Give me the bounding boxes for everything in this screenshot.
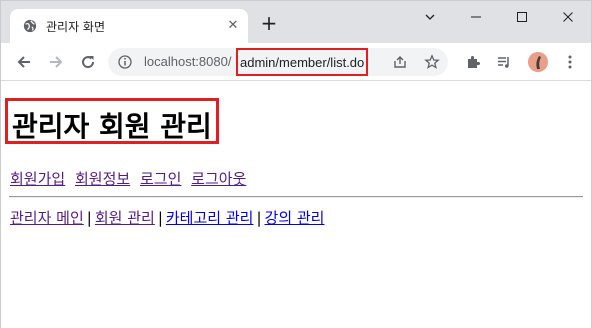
admin-main-link[interactable]: 관리자 메인 <box>10 209 84 227</box>
playlist-icon <box>498 57 509 68</box>
member-info-link[interactable]: 회원정보 <box>75 170 130 188</box>
chevron-down-icon <box>425 14 435 20</box>
more-vertical-icon <box>568 55 572 69</box>
tab-search-button[interactable] <box>407 1 453 33</box>
page-title: 관리자 회원 관리 <box>5 98 219 144</box>
maximize-icon <box>517 12 527 22</box>
media-controls-button[interactable] <box>495 53 513 71</box>
new-tab-button[interactable]: + <box>259 13 279 33</box>
arrow-right-icon <box>50 56 63 68</box>
category-manage-link[interactable]: 카테고리 관리 <box>166 209 254 227</box>
url-path-highlighted: admin/member/list.do <box>236 48 369 76</box>
member-manage-link[interactable]: 회원 관리 <box>95 209 155 227</box>
member-nav: 회원가입 회원정보 로그인 로그아웃 <box>10 168 251 189</box>
forward-button[interactable] <box>45 51 67 73</box>
login-link[interactable]: 로그인 <box>140 170 181 188</box>
nav-separator: | <box>86 209 92 227</box>
menu-button[interactable] <box>561 53 579 71</box>
lecture-manage-link[interactable]: 강의 관리 <box>265 209 325 227</box>
tab-close-icon[interactable]: ✕ <box>225 18 241 34</box>
tab-title: 관리자 화면 <box>46 20 106 34</box>
avatar-image <box>528 52 548 72</box>
minimize-button[interactable] <box>453 1 499 33</box>
admin-nav: 관리자 메인 | 회원 관리 | 카테고리 관리 | 강의 관리 <box>10 207 324 228</box>
arrow-left-icon <box>17 56 30 68</box>
share-icon[interactable] <box>392 54 408 70</box>
nav-separator: | <box>157 209 163 227</box>
maximize-button[interactable] <box>499 1 545 33</box>
globe-icon <box>23 19 37 33</box>
browser-window: 관리자 화면 ✕ + localhost:8080/ admin/member/… <box>0 0 592 328</box>
page-content: 관리자 회원 관리 회원가입 회원정보 로그인 로그아웃 관리자 메인 | 회원 관… <box>1 82 591 328</box>
info-icon[interactable] <box>118 55 132 69</box>
tab-strip: 관리자 화면 ✕ + <box>1 1 591 43</box>
profile-avatar[interactable] <box>528 52 548 72</box>
browser-tab[interactable]: 관리자 화면 ✕ <box>10 9 248 43</box>
star-icon[interactable] <box>424 54 440 70</box>
reload-icon <box>82 56 95 69</box>
close-icon <box>563 12 573 22</box>
puzzle-icon <box>468 56 480 68</box>
divider <box>9 196 583 198</box>
address-bar[interactable]: localhost:8080/ admin/member/list.do <box>108 48 448 76</box>
extensions-button[interactable] <box>464 53 482 71</box>
logout-link[interactable]: 로그아웃 <box>191 170 246 188</box>
signup-link[interactable]: 회원가입 <box>10 170 65 188</box>
back-button[interactable] <box>13 51 35 73</box>
url-host: localhost:8080/ <box>144 54 232 69</box>
reload-button[interactable] <box>77 51 99 73</box>
minimize-icon <box>471 16 481 18</box>
nav-separator: | <box>256 209 262 227</box>
close-window-button[interactable] <box>545 1 591 33</box>
browser-toolbar: localhost:8080/ admin/member/list.do <box>1 43 591 81</box>
